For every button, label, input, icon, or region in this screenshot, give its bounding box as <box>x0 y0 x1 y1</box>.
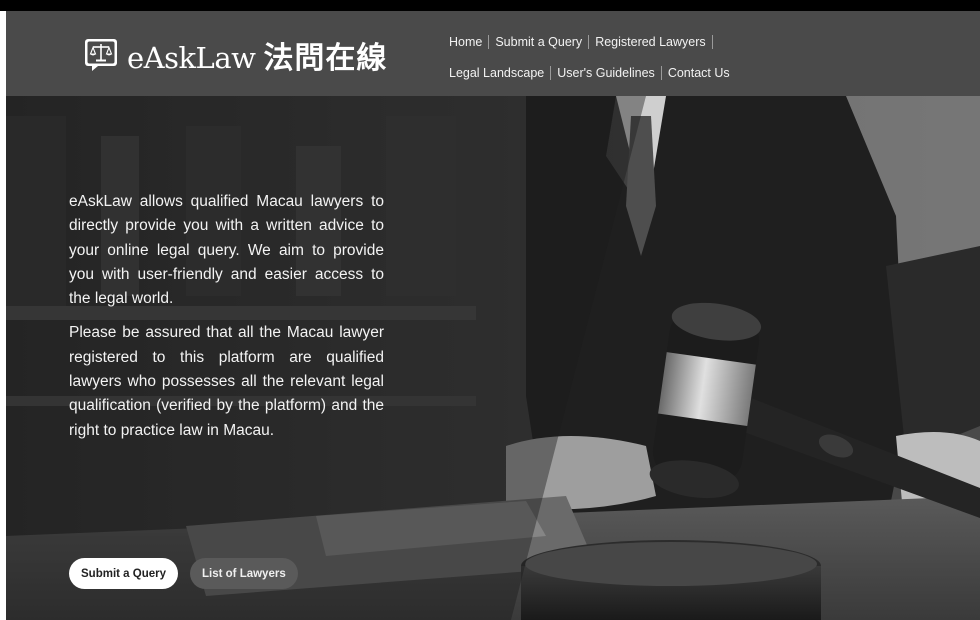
brand-name-cjk: 法問在線 <box>263 41 388 76</box>
hero-paragraph-intro: eAskLaw allows qualified Macau lawyers t… <box>69 193 384 308</box>
nav-row-1: Home Submit a Query Registered Lawyers <box>449 31 809 53</box>
main-nav: Home Submit a Query Registered Lawyers L… <box>449 31 809 93</box>
nav-registered-lawyers[interactable]: Registered Lawyers <box>595 35 705 49</box>
submit-query-button[interactable]: Submit a Query <box>69 558 178 589</box>
brand-wordmark: eAskLaw 法問在線 <box>127 33 387 77</box>
nav-divider <box>588 35 590 49</box>
list-of-lawyers-button[interactable]: List of Lawyers <box>190 558 298 589</box>
page-viewport: eAskLaw 法問在線 Home Submit a Query Register… <box>6 11 980 620</box>
nav-divider <box>550 66 552 80</box>
nav-home[interactable]: Home <box>449 35 482 49</box>
nav-row-2: Legal Landscape User's Guidelines Contac… <box>449 62 809 84</box>
site-header: eAskLaw 法問在線 Home Submit a Query Register… <box>6 11 980 96</box>
hero-description: eAskLaw allows qualified Macau lawyers t… <box>69 190 384 453</box>
scales-chat-icon <box>85 39 117 71</box>
nav-divider <box>711 35 713 49</box>
site-logo[interactable]: eAskLaw 法問在線 <box>84 33 387 77</box>
nav-legal-landscape[interactable]: Legal Landscape <box>449 66 544 80</box>
nav-divider <box>660 66 662 80</box>
nav-contact-us[interactable]: Contact Us <box>668 66 730 80</box>
browser-top-strip <box>0 0 980 11</box>
nav-users-guidelines[interactable]: User's Guidelines <box>557 66 655 80</box>
brand-name: eAskLaw <box>127 41 256 75</box>
nav-submit-query[interactable]: Submit a Query <box>495 35 582 49</box>
hero-paragraph-assurance: Please be assured that all the Macau law… <box>69 324 384 439</box>
nav-divider <box>488 35 490 49</box>
hero-section: eAskLaw allows qualified Macau lawyers t… <box>6 96 980 620</box>
hero-actions: Submit a Query List of Lawyers <box>69 558 298 589</box>
